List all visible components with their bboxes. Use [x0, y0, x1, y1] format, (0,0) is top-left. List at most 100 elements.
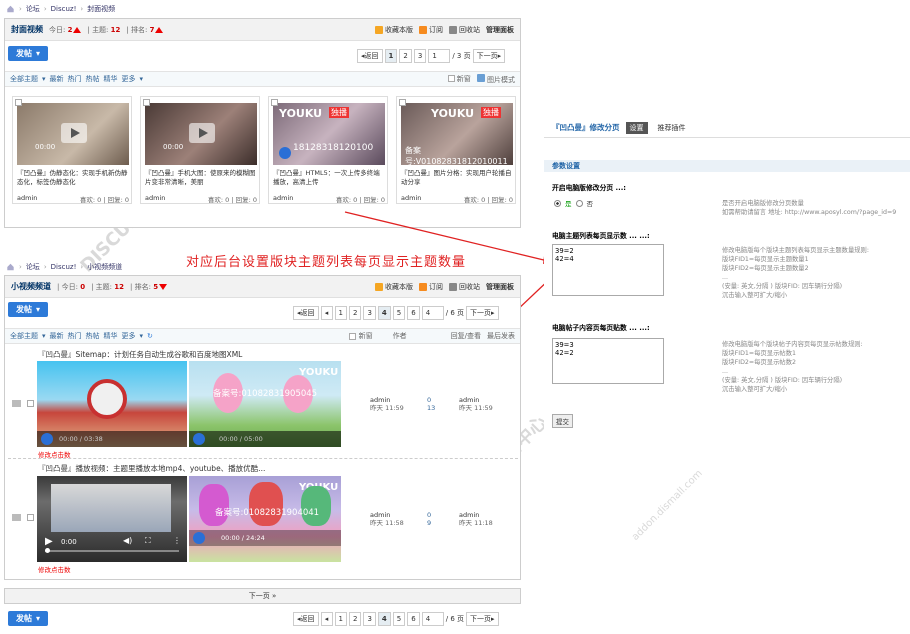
- rank-stat: | 排名: 5: [130, 282, 168, 292]
- page-4[interactable]: 4: [377, 306, 391, 320]
- admin-panel-button[interactable]: 管理面板: [486, 282, 514, 292]
- video-overlay-text: 备案号:01082831905045: [213, 389, 318, 399]
- page-2[interactable]: 2: [348, 612, 362, 626]
- breadcrumb-current[interactable]: 小视频频道: [87, 262, 122, 272]
- topic-per-page-help: 修改电脑版每个版块主题列表每页显示主题数量规则: 版块FID1=每页显示主题数量…: [722, 247, 869, 299]
- breadcrumb-discuz[interactable]: Discuz!: [51, 263, 77, 271]
- page-3[interactable]: 3: [363, 612, 376, 626]
- page-input[interactable]: 4: [421, 306, 444, 320]
- breadcrumb-forum[interactable]: 论坛: [26, 262, 40, 272]
- video-controls: [189, 530, 341, 546]
- forum-name: 小视频频道: [11, 282, 51, 291]
- author-link[interactable]: admin: [370, 396, 390, 404]
- author-link[interactable]: admin: [370, 511, 390, 519]
- post-per-page-help: 修改电脑版每个版块帖子内容页每页显示帖数规则: 版块FID1=每页显示帖数1 版…: [722, 341, 863, 393]
- next-page-button[interactable]: 下一页 ▸: [466, 612, 499, 626]
- video-time: 00:00 / 24:24: [221, 534, 265, 542]
- back-button[interactable]: ◂ 返回: [293, 306, 319, 320]
- video-player[interactable]: YOUKU 备案号:01082831905045 00:00 / 05:00: [189, 361, 341, 447]
- subscribe-button[interactable]: 订阅: [419, 282, 443, 292]
- refresh-icon[interactable]: ↻: [147, 332, 153, 340]
- filter-hotpost[interactable]: 热帖: [86, 331, 100, 341]
- video-time: 00:00 / 05:00: [219, 435, 263, 443]
- volume-icon[interactable]: ◀): [123, 536, 132, 545]
- filter-hot[interactable]: 热门: [68, 331, 82, 341]
- pagination: ◂ 返回 ◂ 1 2 3 4 5 6 4 / 6 页 下一页 ▸: [293, 306, 499, 320]
- thread-filter: 全部主题 ▾ 最新 热门 热帖 精华 更多 ▾ ↻ 新窗 作者 回复/查看 最后发表: [5, 328, 520, 344]
- column-author: 作者: [392, 332, 407, 340]
- page-input[interactable]: 4: [421, 612, 444, 626]
- filter-latest[interactable]: 最新: [50, 331, 64, 341]
- checkbox[interactable]: [349, 332, 357, 340]
- enable-help: 是否开启电脑版修改分页数量 如需帮助请留言 地址: http://www.apo…: [722, 200, 897, 216]
- thread-counts: 09: [427, 511, 432, 527]
- page-5[interactable]: 5: [392, 306, 406, 320]
- chevron-down-icon: ▾: [139, 332, 144, 340]
- page-1[interactable]: 1: [334, 306, 347, 320]
- thread-title[interactable]: 『凹凸曼』播放视频：主题里播放本地mp4、youtube、播放优酷...: [38, 463, 265, 474]
- rank-down-icon: [159, 283, 168, 290]
- video-player[interactable]: YOUKU 备案号:01082831904041 00:00 / 24:24: [189, 476, 341, 562]
- post-button[interactable]: 发帖 ▾: [8, 302, 48, 317]
- video-player[interactable]: ▶ 0:00 ◀) ⛶ ⋮: [37, 476, 187, 562]
- play-icon[interactable]: [41, 433, 53, 445]
- divider: [8, 458, 518, 459]
- tab-settings[interactable]: 设置: [625, 121, 648, 134]
- play-icon[interactable]: ▶: [45, 536, 53, 547]
- video-frame: [51, 484, 171, 532]
- forum-header: 小视频频道 | 今日: 0 | 主题: 12 | 排名: 5 收藏本版 订阅 回…: [5, 276, 520, 298]
- page-total: / 6 页: [445, 309, 464, 317]
- post-per-page-textarea[interactable]: 39=3 42=2: [552, 338, 664, 384]
- edit-views-link[interactable]: 修改点击数: [38, 564, 71, 574]
- more-icon[interactable]: ⋮: [173, 536, 181, 545]
- pagination-bottom: ◂ 返回 ◂ 1 2 3 4 5 6 4 / 6 页 下一页 ▸: [293, 612, 499, 626]
- video-time: 0:00: [61, 538, 77, 546]
- next-page-bar[interactable]: 下一页 »: [4, 588, 521, 604]
- breadcrumb: › 论坛 › Discuz! › 小视频频道: [6, 262, 122, 272]
- page-5[interactable]: 5: [392, 612, 406, 626]
- prev-page-button[interactable]: ◂: [320, 612, 333, 626]
- radio-no[interactable]: [575, 199, 583, 207]
- author-link[interactable]: admin: [459, 396, 479, 404]
- page-3[interactable]: 3: [363, 306, 376, 320]
- favorite-button[interactable]: 收藏本版: [375, 282, 413, 292]
- progress-bar[interactable]: [45, 550, 179, 552]
- post-button-bottom[interactable]: 发帖 ▾: [8, 611, 48, 626]
- progress-handle[interactable]: [45, 548, 50, 553]
- section-header: 参数设置: [544, 160, 910, 172]
- post-per-page-label: 电脑帖子内容页每页贴数 ... ...:: [552, 324, 650, 332]
- checkbox[interactable]: [27, 514, 34, 521]
- topic-per-page-textarea[interactable]: 39=2 42=4: [552, 244, 664, 296]
- home-icon[interactable]: [6, 263, 15, 271]
- play-icon[interactable]: [193, 532, 205, 544]
- back-button[interactable]: ◂ 返回: [293, 612, 319, 626]
- page-6[interactable]: 6: [407, 612, 420, 626]
- filter-more[interactable]: 更多: [122, 331, 136, 341]
- video-player[interactable]: 00:00 / 03:38: [37, 361, 187, 447]
- radio-yes[interactable]: [554, 199, 561, 207]
- checkbox[interactable]: [27, 400, 34, 407]
- next-page-button[interactable]: 下一页 ▸: [466, 306, 499, 320]
- recycle-button[interactable]: 回收站: [449, 282, 480, 292]
- new-window-toggle[interactable]: 新窗: [349, 331, 373, 341]
- settings-title: 『凹凸曼』修改分页: [552, 123, 620, 132]
- chevron-down-icon: ▾: [42, 332, 46, 340]
- page-1[interactable]: 1: [334, 612, 347, 626]
- topic-icon: [12, 400, 21, 407]
- author-link[interactable]: admin: [459, 511, 479, 519]
- filter-all[interactable]: 全部主题: [10, 331, 38, 341]
- fullscreen-icon[interactable]: ⛶: [145, 536, 151, 546]
- video-overlay-text: 备案号:01082831904041: [215, 508, 320, 518]
- prev-page-button[interactable]: ◂: [320, 306, 333, 320]
- play-icon[interactable]: [193, 433, 205, 445]
- chevron-down-icon: ▾: [35, 305, 40, 314]
- page-6[interactable]: 6: [407, 306, 420, 320]
- tab-recommend[interactable]: 推荐插件: [654, 122, 690, 134]
- page-4[interactable]: 4: [377, 612, 391, 626]
- submit-button[interactable]: 提交: [552, 414, 573, 428]
- page-2[interactable]: 2: [348, 306, 362, 320]
- thread-title[interactable]: 『凹凸曼』Sitemap：计划任务自动生成谷歌和百度地图XML: [38, 349, 242, 360]
- thread-last-post: admin 昨天 11:18: [459, 511, 493, 527]
- filter-digest[interactable]: 精华: [104, 331, 118, 341]
- trash-icon: [449, 282, 457, 291]
